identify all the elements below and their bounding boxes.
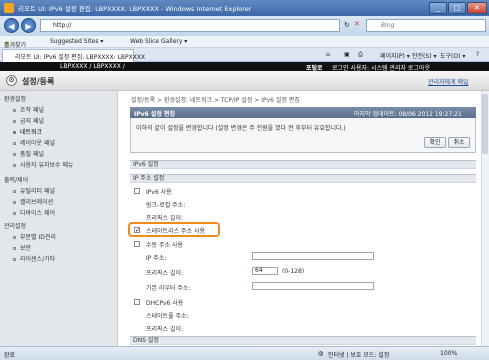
prefix-length-label-1: 프리픽스 길이: xyxy=(146,215,184,222)
ip-address-input[interactable] xyxy=(252,252,374,260)
bullet-icon xyxy=(13,142,16,145)
section-ip-address: IP 주소 설정 xyxy=(130,174,476,183)
favorite-item-suggested[interactable]: Suggested Sites ▾ xyxy=(50,38,103,45)
window-title: 리모트 UI: IPv6 설정 편집: LBPXXXX: LBPXXXX - W… xyxy=(18,5,252,13)
maximize-button[interactable]: □ xyxy=(448,2,466,14)
address-input[interactable]: http:// xyxy=(40,19,340,32)
favorites-bar: ★ 즐겨찾기 Suggested Sites ▾ Web Slice Galle… xyxy=(0,36,489,49)
sidebar-item-dept-id[interactable]: 부문별 ID관리 xyxy=(13,232,56,241)
stop-icon[interactable]: ✕ xyxy=(354,20,360,28)
panel-message: 이하의 같이 설정을 변경합니다 (설정 변경은 주 전원을 껐다 켠 후부터 … xyxy=(136,125,346,132)
page-menu[interactable]: 페이지(P) ▾ xyxy=(380,51,410,60)
dhcpv6-label: DHCPv6 사용 xyxy=(146,300,184,307)
prefix-length-input[interactable]: 64 xyxy=(252,267,278,275)
ip-address-label: IP 주소: xyxy=(146,255,167,262)
feeds-icon[interactable]: ▣ xyxy=(344,51,350,58)
sidebar-section-env: 환경설정 xyxy=(4,96,27,103)
bullet-icon xyxy=(13,153,16,156)
sidebar-section-admin: 관리설정 xyxy=(4,223,27,230)
minimize-button[interactable]: _ xyxy=(429,2,447,14)
device-bar: LBPXXXX / LBPXXXX / 포털로 로그인 사용자: 시스템 관리자… xyxy=(0,62,489,72)
prefix-length-label-3: 프리픽스 길이: xyxy=(146,326,184,333)
sidebar-item-device-control[interactable]: 디바이스 제어 xyxy=(13,208,55,217)
prefix-length-label-2: 프리픽스 길이: xyxy=(146,270,184,277)
bullet-icon xyxy=(13,247,16,250)
page-title: 설정/등록 xyxy=(22,77,55,86)
security-zone: 인터넷 | 보호 모드: 설정 xyxy=(328,352,390,359)
sidebar-item-calibration[interactable]: 캘리브레이션 xyxy=(13,197,53,206)
panel-title: IPv6 설정 편집 xyxy=(134,111,175,118)
page-header: ⚙ 설정/등록 관리자에게 메일 xyxy=(0,71,489,91)
section-ipv6: IPv6 설정 xyxy=(130,160,476,169)
sidebar-section-output: 출력/제어 xyxy=(4,177,29,184)
ok-button[interactable]: 확인 xyxy=(424,137,446,148)
section-dns: DNS 설정 xyxy=(130,336,476,345)
bullet-icon xyxy=(13,109,16,112)
default-router-input[interactable] xyxy=(252,282,374,290)
address-url: http:// xyxy=(53,22,72,29)
address-toolbar: ◀ ▶ http:// ↻ ✕ Bing xyxy=(0,16,489,36)
use-ipv6-label: IPv6 사용 xyxy=(146,189,172,196)
bullet-icon xyxy=(13,258,16,261)
sidebar-item-utility[interactable]: 유틸리티 패널 xyxy=(13,186,55,195)
search-input[interactable]: Bing xyxy=(366,19,486,32)
forward-button[interactable]: ▶ xyxy=(21,18,36,33)
breadcrumb: 설정/등록 > 환경설정: 네트워크 > TCP/IP 설정 > IPv6 설정… xyxy=(131,97,300,104)
tab-bar: 리모트 UI: IPv6 설정 편집: LBPXXXX: LBPXXXX ⌂ ▣… xyxy=(0,48,489,62)
last-updated: 마지막 업데이트: 08/06 2012 19:27:21 xyxy=(354,111,462,118)
stateful-address-label: 스테이트풀 주소: xyxy=(146,313,189,320)
bullet-icon xyxy=(13,164,16,167)
sidebar-item-control-panel[interactable]: 조작 패널 xyxy=(13,105,44,114)
status-text: 완료 xyxy=(4,352,16,359)
bullet-icon xyxy=(13,120,16,123)
back-button[interactable]: ◀ xyxy=(4,18,19,33)
tab-title: 리모트 UI: IPv6 설정 편집: LBPXXXX: LBPXXXX xyxy=(15,54,146,61)
search-placeholder: Bing xyxy=(381,22,395,29)
cancel-button[interactable]: 취소 xyxy=(448,137,470,148)
browser-tab[interactable]: 리모트 UI: IPv6 설정 편집: LBPXXXX: LBPXXXX xyxy=(2,49,145,62)
sidebar-item-paper-panel[interactable]: 급지 패널 xyxy=(13,116,44,125)
manual-address-label: 수동 주소 사용 xyxy=(146,242,183,249)
manual-address-checkbox[interactable] xyxy=(134,241,140,247)
zoom-level[interactable]: 100% xyxy=(440,350,457,357)
safety-menu[interactable]: 안전(S) ▾ xyxy=(412,51,436,60)
scrollbar-thumb[interactable] xyxy=(482,94,488,154)
bullet-icon xyxy=(13,212,16,215)
sidebar-item-layout-panel[interactable]: 레이아웃 패널 xyxy=(13,138,55,147)
sidebar-item-license[interactable]: 라이센스/기타 xyxy=(13,254,55,263)
status-bar: 완료 ◍ 인터넷 | 보호 모드: 설정 100% xyxy=(0,346,489,360)
sidebar-item-maintenance[interactable]: 사용자 유지보수 메뉴 xyxy=(13,160,74,169)
bullet-icon xyxy=(13,201,16,204)
default-router-label: 기본 라우터 주소: xyxy=(146,285,191,292)
use-ipv6-checkbox[interactable] xyxy=(134,188,140,194)
refresh-icon[interactable]: ↻ xyxy=(344,21,350,29)
help-button[interactable]: ? xyxy=(476,51,479,58)
sidebar-item-network[interactable]: 네트워크 xyxy=(13,127,42,136)
dhcpv6-checkbox[interactable] xyxy=(134,299,140,305)
sidebar: 환경설정 조작 패널 급지 패널 네트워크 레이아웃 패널 품질 패널 사용자 … xyxy=(0,91,118,346)
ie-icon xyxy=(4,3,14,13)
window-titlebar: 리모트 UI: IPv6 설정 편집: LBPXXXX: LBPXXXX - W… xyxy=(0,0,489,16)
bullet-icon xyxy=(13,190,16,193)
mail-admin-link[interactable]: 관리자에게 메일 xyxy=(428,77,469,86)
panel-header: IPv6 설정 편집 마지막 업데이트: 08/06 2012 19:27:21 xyxy=(130,107,476,118)
print-icon[interactable]: ⎙ xyxy=(358,51,363,59)
link-local-label: 링크-로컬 주소: xyxy=(146,202,186,209)
bullet-icon xyxy=(13,131,16,134)
stateless-checkbox[interactable]: ✓ xyxy=(134,227,140,234)
stateless-label: 스테이트리스 주소 사용 xyxy=(146,228,206,235)
home-icon[interactable]: ⌂ xyxy=(326,51,330,58)
sidebar-item-quality-panel[interactable]: 품질 패널 xyxy=(13,149,44,158)
prefix-range-hint: (0-128) xyxy=(282,268,305,275)
tools-menu[interactable]: 도구(O) ▾ xyxy=(440,51,465,60)
globe-icon: ◍ xyxy=(318,350,324,357)
favorite-item-webslice[interactable]: Web Slice Gallery ▾ xyxy=(130,38,187,45)
sidebar-item-security[interactable]: 보안 xyxy=(13,243,31,252)
bullet-icon xyxy=(13,236,16,239)
settings-icon: ⚙ xyxy=(6,75,17,86)
device-name: LBPXXXX / LBPXXXX / xyxy=(60,63,125,70)
close-button[interactable]: ✕ xyxy=(467,2,487,14)
